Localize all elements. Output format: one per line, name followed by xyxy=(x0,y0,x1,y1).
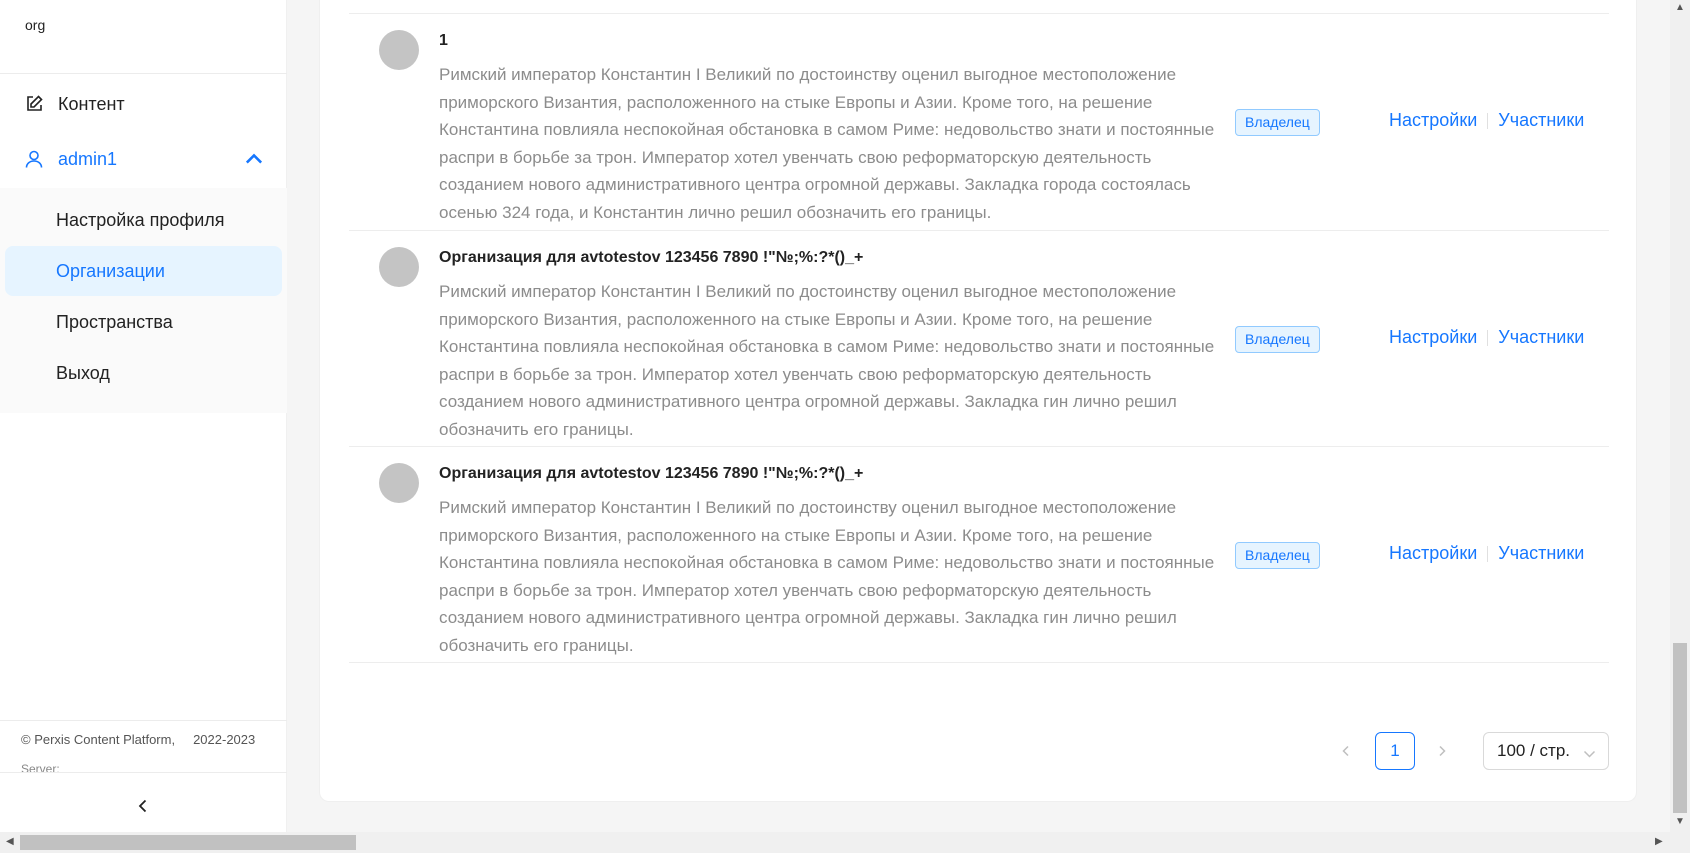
pagination-page-1[interactable]: 1 xyxy=(1375,732,1415,770)
pagination-prev-button[interactable] xyxy=(1330,732,1362,770)
copyright-years: 2022-2023 xyxy=(193,732,256,747)
chevron-up-icon xyxy=(244,149,264,174)
org-title[interactable]: Организация для avtotestov 123456 7890 !… xyxy=(439,249,863,267)
role-badge: Владелец xyxy=(1235,326,1320,353)
members-link[interactable]: Участники xyxy=(1498,110,1584,131)
settings-link[interactable]: Настройки xyxy=(1389,110,1477,131)
action-divider xyxy=(1487,112,1489,129)
page-size-select[interactable]: 100 / стр. xyxy=(1483,732,1609,770)
vertical-scrollbar-thumb[interactable] xyxy=(1673,643,1687,813)
pagination-next-button[interactable] xyxy=(1426,732,1458,770)
org-actions: Настройки Участники xyxy=(1389,327,1584,348)
chevron-left-icon xyxy=(138,799,147,813)
sidebar-item-label: Организации xyxy=(56,260,165,281)
role-badge: Владелец xyxy=(1235,109,1320,136)
avatar xyxy=(379,463,419,503)
chevron-down-icon xyxy=(1583,745,1596,765)
org-description: Римский император Константин I Великий п… xyxy=(439,65,1215,222)
sidebar-item-logout[interactable]: Выход xyxy=(5,348,282,398)
chevron-right-icon xyxy=(1439,745,1446,757)
members-link[interactable]: Участники xyxy=(1498,327,1584,348)
menu-item-user[interactable]: admin1 xyxy=(0,135,287,183)
list-item: Организация для avtotestov 123456 7890 !… xyxy=(349,230,1609,446)
user-submenu: Настройка профиля Организации Пространст… xyxy=(0,188,287,413)
sidebar-item-organizations[interactable]: Организации xyxy=(5,246,282,296)
avatar xyxy=(379,247,419,287)
collapse-sidebar-button[interactable] xyxy=(130,793,156,819)
org-description: Римский император Константин I Великий п… xyxy=(439,282,1215,439)
scroll-down-arrow-icon[interactable]: ▼ xyxy=(1675,816,1685,827)
scroll-up-arrow-icon[interactable]: ▲ xyxy=(1675,2,1685,13)
avatar xyxy=(379,30,419,70)
page-size-value: 100 / стр. xyxy=(1497,741,1570,760)
sidebar-item-spaces[interactable]: Пространства xyxy=(5,297,282,347)
sidebar: org Контент admin1 Настройка профиля Орг… xyxy=(0,0,287,832)
edit-icon xyxy=(24,94,44,114)
sidebar-divider xyxy=(0,73,287,74)
sidebar-item-label: Настройка профиля xyxy=(56,209,225,230)
horizontal-scrollbar-thumb[interactable] xyxy=(20,835,356,850)
user-icon xyxy=(24,149,44,169)
sidebar-item-label: Пространства xyxy=(56,311,173,332)
settings-link[interactable]: Настройки xyxy=(1389,543,1477,564)
organizations-card: 1 Римский император Константин I Великий… xyxy=(319,0,1637,802)
copyright-label: © Perxis Content Platform, xyxy=(21,732,176,747)
org-actions: Настройки Участники xyxy=(1389,543,1584,564)
menu-item-user-label: admin1 xyxy=(58,148,118,169)
sidebar-footer-divider xyxy=(0,720,287,721)
sidebar-item-profile-settings[interactable]: Настройка профиля xyxy=(5,195,282,245)
chevron-left-icon xyxy=(1342,745,1349,757)
menu-item-content[interactable]: Контент xyxy=(0,80,287,128)
copyright-text: © Perxis Content Platform, 2022-2023 xyxy=(21,732,255,747)
vertical-scrollbar[interactable]: ▲ ▼ xyxy=(1670,0,1690,832)
settings-link[interactable]: Настройки xyxy=(1389,327,1477,348)
horizontal-scrollbar[interactable]: ◀ ▶ xyxy=(0,832,1690,853)
org-name: org xyxy=(25,17,46,33)
action-divider xyxy=(1487,329,1489,346)
list-item: 1 Римский император Константин I Великий… xyxy=(349,13,1609,230)
scroll-right-arrow-icon[interactable]: ▶ xyxy=(1655,836,1663,847)
scroll-left-arrow-icon[interactable]: ◀ xyxy=(6,836,14,847)
server-text: Server: xyxy=(21,762,60,772)
list-end-divider xyxy=(349,662,1609,663)
org-title[interactable]: 1 xyxy=(439,32,448,50)
role-badge: Владелец xyxy=(1235,542,1320,569)
sidebar-item-label: Выход xyxy=(56,362,110,383)
org-description: Римский император Константин I Великий п… xyxy=(439,498,1215,655)
action-divider xyxy=(1487,545,1489,562)
members-link[interactable]: Участники xyxy=(1498,543,1584,564)
org-actions: Настройки Участники xyxy=(1389,110,1584,131)
list-item: Организация для avtotestov 123456 7890 !… xyxy=(349,446,1609,662)
org-title[interactable]: Организация для avtotestov 123456 7890 !… xyxy=(439,465,863,483)
menu-item-content-label: Контент xyxy=(58,93,125,114)
sidebar-footer-divider-2 xyxy=(0,772,287,773)
